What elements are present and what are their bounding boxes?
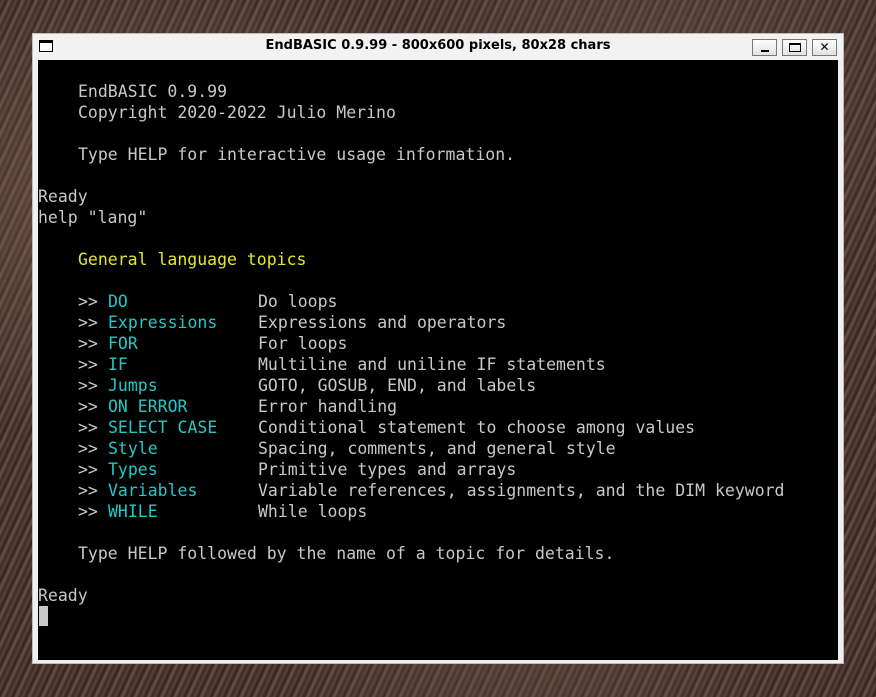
topic-description: GOTO, GOSUB, END, and labels [258, 376, 537, 395]
topic-description: While loops [258, 502, 368, 521]
topic-prefix: >> [78, 397, 98, 416]
list-item: >> [78, 375, 98, 396]
topic-description: Do loops [258, 292, 338, 311]
copyright-line: Copyright 2020-2022 Julio Merino [78, 103, 396, 122]
topic-name: SELECT CASE [108, 418, 218, 437]
list-item: >> [78, 417, 98, 438]
list-item: >> [78, 480, 98, 501]
topic-name: Jumps [108, 376, 158, 395]
topic-prefix: >> [78, 418, 98, 437]
app-window: EndBASIC 0.9.99 - 800x600 pixels, 80x28 … [32, 33, 844, 664]
title-bar[interactable]: EndBASIC 0.9.99 - 800x600 pixels, 80x28 … [33, 34, 843, 60]
list-item: >> [78, 333, 98, 354]
topic-name: FOR [108, 334, 138, 353]
topic-prefix: >> [78, 460, 98, 479]
topic-prefix: >> [78, 376, 98, 395]
command-line: help "lang" [38, 208, 148, 227]
list-item: >> [78, 396, 98, 417]
topic-name: DO [108, 292, 128, 311]
console-screen[interactable]: EndBASIC 0.9.99 Copyright 2020-2022 Juli… [38, 60, 838, 660]
topic-description: Expressions and operators [258, 313, 507, 332]
topic-name: IF [108, 355, 128, 374]
topic-description: Variable references, assignments, and th… [258, 481, 785, 500]
ready-prompt: Ready [38, 187, 88, 206]
list-item: >> [78, 312, 98, 333]
minimize-icon [761, 50, 769, 52]
topic-prefix: >> [78, 292, 98, 311]
footer-hint-line: Type HELP followed by the name of a topi… [78, 544, 615, 563]
list-item: >> [78, 438, 98, 459]
topic-prefix: >> [78, 355, 98, 374]
topic-description: For loops [258, 334, 348, 353]
list-item: >> [78, 501, 98, 522]
topic-prefix: >> [78, 334, 98, 353]
topic-name: Style [108, 439, 158, 458]
topic-name: WHILE [108, 502, 158, 521]
topic-prefix: >> [78, 439, 98, 458]
maximize-button[interactable] [782, 39, 807, 56]
close-button[interactable]: ✕ [812, 39, 837, 56]
text-cursor[interactable] [39, 606, 48, 626]
topic-name: Expressions [108, 313, 218, 332]
topic-prefix: >> [78, 313, 98, 332]
close-icon: ✕ [819, 40, 830, 54]
banner-line: EndBASIC 0.9.99 [78, 82, 228, 101]
list-item: >> [78, 354, 98, 375]
topic-name: Types [108, 460, 158, 479]
topic-description: Error handling [258, 397, 398, 416]
maximize-icon [789, 43, 801, 52]
topic-name: ON ERROR [108, 397, 188, 416]
topic-description: Primitive types and arrays [258, 460, 517, 479]
topic-description: Spacing, comments, and general style [258, 439, 616, 458]
topic-description: Conditional statement to choose among va… [258, 418, 696, 437]
ready-prompt: Ready [38, 586, 88, 605]
window-title: EndBASIC 0.9.99 - 800x600 pixels, 80x28 … [265, 38, 611, 53]
topic-name: Variables [108, 481, 198, 500]
topic-prefix: >> [78, 502, 98, 521]
minimize-button[interactable] [752, 39, 777, 56]
topic-description: Multiline and uniline IF statements [258, 355, 606, 374]
list-item: >> [78, 459, 98, 480]
list-item: >> [78, 291, 98, 312]
section-title: General language topics [78, 250, 307, 269]
topic-prefix: >> [78, 481, 98, 500]
help-hint-line: Type HELP for interactive usage informat… [78, 145, 516, 164]
